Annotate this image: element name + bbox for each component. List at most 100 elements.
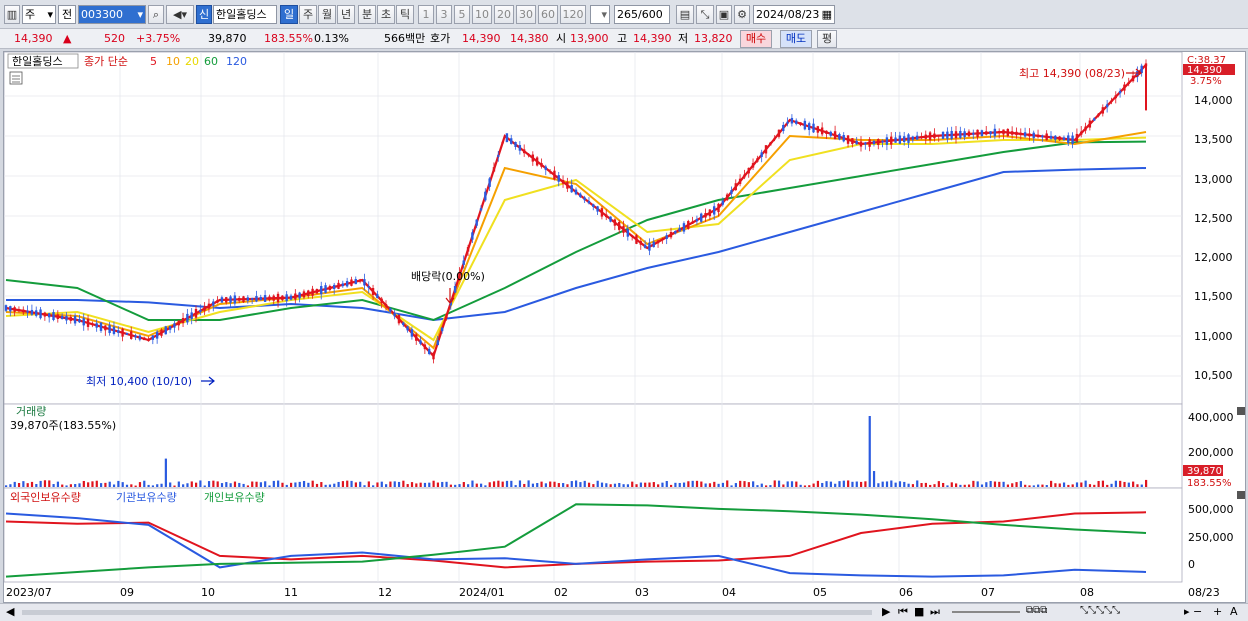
candle-body xyxy=(1032,132,1035,139)
candle-body xyxy=(592,204,595,207)
candle-body xyxy=(544,166,547,170)
timeframe-second[interactable]: 초 xyxy=(377,5,395,24)
high-price: 14,390 xyxy=(633,32,672,45)
font-size-icon[interactable]: A xyxy=(1230,605,1238,618)
indicator-icon[interactable]: ▤ xyxy=(676,5,694,24)
minimize-icon[interactable]: ▸ − xyxy=(1184,605,1202,618)
volume-bar xyxy=(346,480,349,487)
date-input[interactable]: 2024/08/23 ▦ xyxy=(753,5,835,24)
interval-20[interactable]: 20 xyxy=(494,5,514,24)
toolbar: ▥ 주 ▾ 전 003300 ▾ ⌕ ◀▾ 신 한일홀딩스 일 주 월 년 분 초 … xyxy=(0,0,1248,29)
count-input[interactable]: 265/600 xyxy=(614,5,670,24)
buy-button[interactable]: 매수 xyxy=(740,30,772,48)
candle-body xyxy=(380,298,383,303)
close-icon[interactable] xyxy=(1237,491,1245,499)
first-icon[interactable]: ⏮ xyxy=(898,605,908,619)
close-icon[interactable] xyxy=(1237,407,1245,415)
volume-bar xyxy=(1080,482,1083,487)
zoom-slider[interactable] xyxy=(952,611,1020,613)
candle-body xyxy=(220,297,224,303)
play-icon[interactable]: ⏭ xyxy=(930,605,940,619)
volume-bar xyxy=(195,482,198,487)
chevron-down-icon: ▾ xyxy=(601,8,607,21)
interval-30[interactable]: 30 xyxy=(516,5,536,24)
gear-icon[interactable]: ⚙ xyxy=(734,5,750,24)
candle-body xyxy=(410,329,414,337)
speaker-icon[interactable]: ◀▾ xyxy=(166,5,194,24)
x-tick: 06 xyxy=(899,586,913,599)
timeframe-month[interactable]: 월 xyxy=(318,5,336,24)
stock-chart[interactable]: 한일홀딩스 종가 단순 5 10 20 60 120 14,000 13,500… xyxy=(3,51,1247,604)
x-tick: 04 xyxy=(722,586,736,599)
drawing-icon[interactable]: ⤡ xyxy=(696,5,714,24)
volume-bar xyxy=(1058,483,1061,487)
candle-body xyxy=(937,134,940,137)
volume-bar xyxy=(734,483,737,487)
candle-body xyxy=(1067,135,1070,144)
candle-body xyxy=(859,141,863,147)
interval-3[interactable]: 3 xyxy=(436,5,452,24)
y-tick: 10,500 xyxy=(1194,369,1233,382)
candle-body xyxy=(622,225,625,233)
candle-body xyxy=(466,247,470,252)
candle-body xyxy=(160,329,163,336)
save-icon[interactable]: ▣ xyxy=(716,5,732,24)
interval-10[interactable]: 10 xyxy=(472,5,492,24)
volume-bar xyxy=(419,482,422,487)
search-icon[interactable]: ⌕ xyxy=(148,5,164,24)
stock-code-input[interactable]: 003300 ▾ xyxy=(78,5,146,24)
interval-60[interactable]: 60 xyxy=(538,5,558,24)
volume-bar xyxy=(177,481,180,487)
scroll-left-icon[interactable]: ◀ xyxy=(6,605,14,618)
timeframe-day[interactable]: 일 xyxy=(280,5,298,24)
zoom-in-icon[interactable]: + xyxy=(1213,605,1222,618)
volume-bar xyxy=(985,482,988,487)
trade-value: 566백만 xyxy=(384,32,426,45)
timeframe-minute[interactable]: 분 xyxy=(358,5,376,24)
volume-bar xyxy=(74,484,77,487)
candle-body xyxy=(199,309,202,312)
scrollbar-track[interactable] xyxy=(22,610,872,615)
candle-body xyxy=(82,318,85,326)
sell-button[interactable]: 매도 xyxy=(780,30,812,48)
candle-body xyxy=(393,312,396,317)
volume-bar xyxy=(760,483,763,487)
volume-bar xyxy=(691,480,694,487)
timeframe-tick[interactable]: 틱 xyxy=(396,5,414,24)
volume-bar xyxy=(1140,484,1143,487)
price-change-pct: +3.75% xyxy=(136,32,181,45)
interval-5[interactable]: 5 xyxy=(454,5,470,24)
volume-bar xyxy=(281,482,284,487)
chart-area[interactable]: 한일홀딩스 종가 단순 5 10 20 60 120 14,000 13,500… xyxy=(3,51,1246,603)
interval-120[interactable]: 120 xyxy=(560,5,586,24)
interval-1[interactable]: 1 xyxy=(418,5,434,24)
volume-bar xyxy=(505,480,509,487)
chart-menu-icon[interactable]: ▥ xyxy=(4,5,20,24)
volume-value-label: 39,870주(183.55%) xyxy=(10,419,116,432)
prev-select[interactable]: 전 xyxy=(58,5,76,24)
candle-body xyxy=(915,135,919,140)
legend-foreign: 외국인보유수량 xyxy=(10,491,81,504)
timeframe-year[interactable]: 년 xyxy=(337,5,355,24)
timeframe-week[interactable]: 주 xyxy=(299,5,317,24)
candle-body xyxy=(1036,134,1040,138)
interval-custom-select[interactable]: ▾ xyxy=(590,5,610,24)
volume-bar xyxy=(428,482,431,487)
volume-bar xyxy=(164,458,167,487)
volume-bar xyxy=(1050,480,1053,487)
candle-body xyxy=(976,129,979,138)
volume-bar xyxy=(229,483,232,487)
eval-button[interactable]: 평 xyxy=(817,30,837,48)
volume-bar xyxy=(592,484,595,487)
candle-body xyxy=(674,230,677,234)
legend-institution: 기관보유수량 xyxy=(116,491,177,504)
scroll-right-icon[interactable]: ▶ xyxy=(882,605,890,618)
stop-icon[interactable]: ■ xyxy=(914,605,924,618)
y-tick: 12,500 xyxy=(1194,212,1233,225)
layout-icon[interactable]: ⧉⧉⧉ xyxy=(1026,605,1047,616)
volume-bar xyxy=(795,481,798,487)
candle-body xyxy=(803,120,807,130)
tools-icon[interactable]: ⤡⤡⤡⤡⤡ xyxy=(1080,605,1120,616)
x-tick: 07 xyxy=(981,586,995,599)
period-unit-select[interactable]: 주 ▾ xyxy=(22,5,56,24)
